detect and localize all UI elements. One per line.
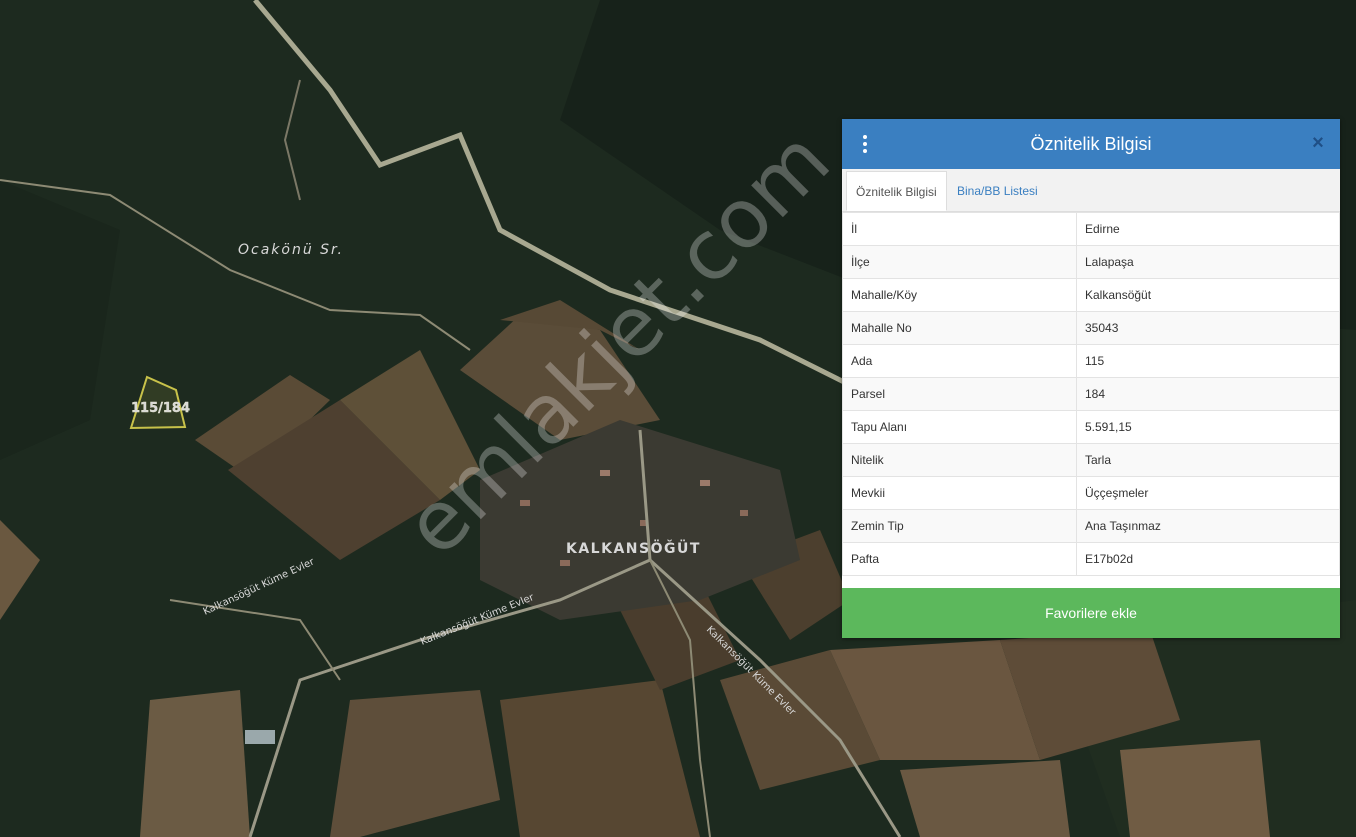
attribute-table: İl Edirne İlçe Lalapaşa Mahalle/Köy Kalkans…: [842, 212, 1340, 576]
attribute-value: Edirne: [1076, 212, 1340, 246]
attribute-value: E17b02d: [1076, 542, 1340, 576]
village-label: KALKANSÖĞÜT: [566, 539, 701, 557]
table-row: Parsel 184: [842, 377, 1340, 411]
attribute-value: 35043: [1076, 311, 1340, 345]
table-row: Ada 115: [842, 344, 1340, 378]
attribute-value: Kalkansöğüt: [1076, 278, 1340, 312]
attribute-key: Ada: [842, 344, 1077, 378]
attribute-key: Mahalle No: [842, 311, 1077, 345]
attribute-key: İlçe: [842, 245, 1077, 279]
table-row: Mahalle/Köy Kalkansöğüt: [842, 278, 1340, 312]
attribute-value: 184: [1076, 377, 1340, 411]
attribute-key: İl: [842, 212, 1077, 246]
attribute-info-panel: Öznitelik Bilgisi × Öznitelik Bilgisi Bi…: [842, 119, 1340, 638]
attribute-key: Parsel: [842, 377, 1077, 411]
table-row: Nitelik Tarla: [842, 443, 1340, 477]
attribute-key: Tapu Alanı: [842, 410, 1077, 444]
tab-attribute-info[interactable]: Öznitelik Bilgisi: [846, 171, 947, 211]
table-row: Tapu Alanı 5.591,15: [842, 410, 1340, 444]
add-to-favorites-button[interactable]: Favorilere ekle: [842, 588, 1340, 638]
panel-tabs: Öznitelik Bilgisi Bina/BB Listesi: [842, 169, 1340, 212]
attribute-value: Üççeşmeler: [1076, 476, 1340, 510]
attribute-key: Mevkii: [842, 476, 1077, 510]
attribute-value: Ana Taşınmaz: [1076, 509, 1340, 543]
table-row: İl Edirne: [842, 212, 1340, 246]
panel-title: Öznitelik Bilgisi: [1030, 134, 1152, 154]
table-row: Mahalle No 35043: [842, 311, 1340, 345]
attribute-key: Mahalle/Köy: [842, 278, 1077, 312]
stream-label: Ocakönü Sr.: [238, 242, 344, 258]
attribute-value: 115: [1076, 344, 1340, 378]
table-row: Mevkii Üççeşmeler: [842, 476, 1340, 510]
table-row: Zemin Tip Ana Taşınmaz: [842, 509, 1340, 543]
panel-header: Öznitelik Bilgisi ×: [842, 119, 1340, 169]
attribute-value: Tarla: [1076, 443, 1340, 477]
attribute-value: Lalapaşa: [1076, 245, 1340, 279]
table-row: İlçe Lalapaşa: [842, 245, 1340, 279]
attribute-key: Nitelik: [842, 443, 1077, 477]
attribute-key: Zemin Tip: [842, 509, 1077, 543]
close-icon[interactable]: ×: [1308, 131, 1328, 155]
table-row: Pafta E17b02d: [842, 542, 1340, 576]
attribute-value: 5.591,15: [1076, 410, 1340, 444]
tab-building-list[interactable]: Bina/BB Listesi: [948, 171, 1047, 211]
attribute-key: Pafta: [842, 542, 1077, 576]
parcel-label: 115/184: [131, 401, 190, 416]
